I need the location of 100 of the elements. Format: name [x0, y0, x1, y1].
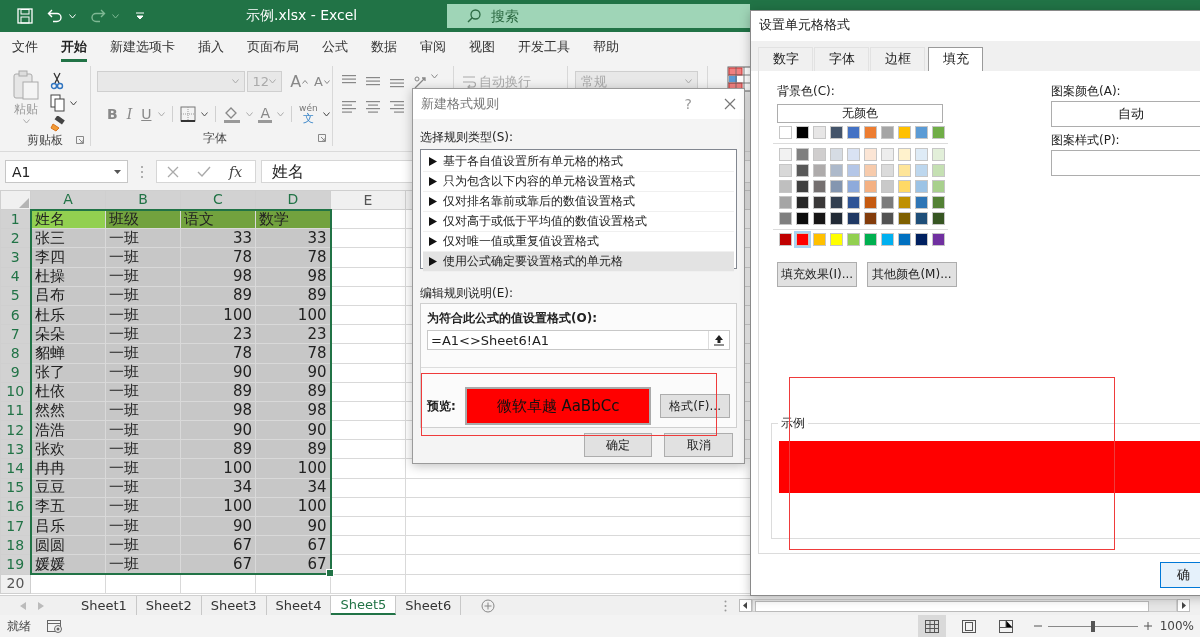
menu-tab[interactable]: 文件 — [12, 32, 38, 62]
color-swatch[interactable] — [779, 196, 792, 209]
macro-record-icon[interactable] — [47, 619, 63, 633]
color-swatch[interactable] — [779, 212, 792, 225]
color-swatch[interactable] — [847, 126, 860, 139]
center-align-icon[interactable] — [365, 100, 381, 114]
menu-tab[interactable]: 页面布局 — [247, 32, 299, 62]
sheet-tab[interactable]: Sheet5 — [331, 596, 397, 615]
caret-icon[interactable] — [201, 111, 209, 117]
cancel-button[interactable]: 取消 — [664, 433, 733, 457]
fill-bucket-icon[interactable] — [223, 105, 242, 123]
dialog-tab[interactable]: 填充 — [928, 47, 983, 71]
row-number[interactable]: 18 — [0, 535, 31, 555]
row-number[interactable]: 8 — [0, 343, 31, 363]
collapse-icon[interactable] — [714, 334, 724, 346]
column-header[interactable]: E — [330, 190, 406, 210]
caret-icon[interactable] — [114, 169, 121, 174]
color-swatch[interactable] — [932, 233, 945, 246]
color-swatch[interactable] — [864, 212, 877, 225]
color-swatch[interactable] — [796, 148, 809, 161]
color-swatch[interactable] — [796, 233, 809, 246]
color-swatch[interactable] — [881, 196, 894, 209]
color-swatch[interactable] — [796, 212, 809, 225]
color-swatch[interactable] — [898, 180, 911, 193]
rule-type-item[interactable]: 只为包含以下内容的单元格设置格式 — [423, 172, 734, 192]
middle-align-icon[interactable] — [365, 74, 381, 88]
dialog-launcher-icon[interactable] — [318, 134, 326, 142]
dialog-launcher-icon[interactable] — [76, 136, 84, 144]
menu-tab[interactable]: 开发工具 — [518, 32, 570, 62]
caret-icon[interactable] — [322, 111, 330, 117]
color-swatch[interactable] — [847, 196, 860, 209]
color-swatch[interactable] — [779, 126, 792, 139]
color-swatch[interactable] — [847, 180, 860, 193]
scroll-right-icon[interactable] — [1177, 599, 1190, 612]
undo-icon[interactable] — [47, 8, 63, 24]
color-swatch[interactable] — [813, 196, 826, 209]
color-swatch[interactable] — [813, 212, 826, 225]
row-number[interactable]: 9 — [0, 363, 31, 383]
zoom-out-icon[interactable] — [1033, 622, 1042, 630]
color-swatch[interactable] — [932, 148, 945, 161]
row-number[interactable]: 14 — [0, 458, 31, 479]
zoom-slider-thumb[interactable] — [1090, 620, 1095, 632]
color-swatch[interactable] — [898, 196, 911, 209]
column-header[interactable]: A — [30, 190, 106, 210]
customize-icon[interactable] — [135, 12, 145, 20]
color-swatch[interactable] — [813, 148, 826, 161]
left-align-icon[interactable] — [341, 100, 357, 114]
color-swatch[interactable] — [796, 180, 809, 193]
menu-tab[interactable]: 公式 — [322, 32, 348, 62]
row-number[interactable]: 1 — [0, 209, 31, 229]
color-swatch[interactable] — [830, 148, 843, 161]
color-swatch[interactable] — [932, 164, 945, 177]
orientation-icon[interactable] — [413, 74, 429, 90]
caret-icon[interactable] — [70, 100, 77, 106]
ok-button[interactable]: 确定 — [584, 433, 652, 457]
menu-tab[interactable]: 视图 — [469, 32, 495, 62]
color-swatch[interactable] — [847, 233, 860, 246]
color-swatch[interactable] — [915, 233, 928, 246]
more-colors-button[interactable]: 其他颜色(M)... — [867, 262, 957, 287]
color-swatch[interactable] — [915, 180, 928, 193]
color-swatch[interactable] — [864, 180, 877, 193]
view-button[interactable] — [917, 615, 946, 637]
menu-tab[interactable]: 帮助 — [593, 32, 619, 62]
dialog-tab[interactable]: 边框 — [870, 47, 925, 71]
color-swatch[interactable] — [796, 126, 809, 139]
color-swatch[interactable] — [864, 164, 877, 177]
color-swatch[interactable] — [915, 164, 928, 177]
color-swatch[interactable] — [898, 212, 911, 225]
color-swatch[interactable] — [813, 180, 826, 193]
row-number[interactable]: 7 — [0, 324, 31, 344]
column-header[interactable]: C — [180, 190, 256, 210]
color-swatch[interactable] — [813, 164, 826, 177]
color-swatch[interactable] — [847, 164, 860, 177]
color-swatch[interactable] — [830, 126, 843, 139]
color-swatch[interactable] — [881, 212, 894, 225]
horizontal-scrollbar[interactable] — [752, 599, 1177, 612]
color-swatch[interactable] — [830, 196, 843, 209]
zoom-in-icon[interactable] — [1143, 622, 1152, 630]
color-swatch[interactable] — [898, 148, 911, 161]
color-swatch[interactable] — [830, 233, 843, 246]
formula-field[interactable]: =A1<>Sheet6!A1 — [427, 330, 730, 350]
row-number[interactable]: 15 — [0, 478, 31, 498]
color-swatch[interactable] — [932, 212, 945, 225]
color-swatch[interactable] — [932, 196, 945, 209]
row-number[interactable]: 13 — [0, 439, 31, 459]
redo-icon[interactable] — [90, 8, 106, 24]
row-number[interactable]: 20 — [0, 574, 31, 594]
color-swatch[interactable] — [898, 164, 911, 177]
row-number[interactable]: 11 — [0, 401, 31, 421]
close-icon[interactable] — [724, 98, 736, 110]
row-number[interactable]: 17 — [0, 516, 31, 536]
add-sheet-icon[interactable] — [481, 598, 496, 613]
color-swatch[interactable] — [864, 196, 877, 209]
row-number[interactable]: 12 — [0, 420, 31, 440]
color-swatch[interactable] — [864, 126, 877, 139]
ok-button[interactable]: 确 — [1160, 562, 1200, 588]
menu-tab[interactable]: 审阅 — [420, 32, 446, 62]
color-swatch[interactable] — [847, 212, 860, 225]
search-field[interactable]: 搜索 — [447, 4, 750, 28]
close-icon[interactable] — [167, 165, 179, 178]
